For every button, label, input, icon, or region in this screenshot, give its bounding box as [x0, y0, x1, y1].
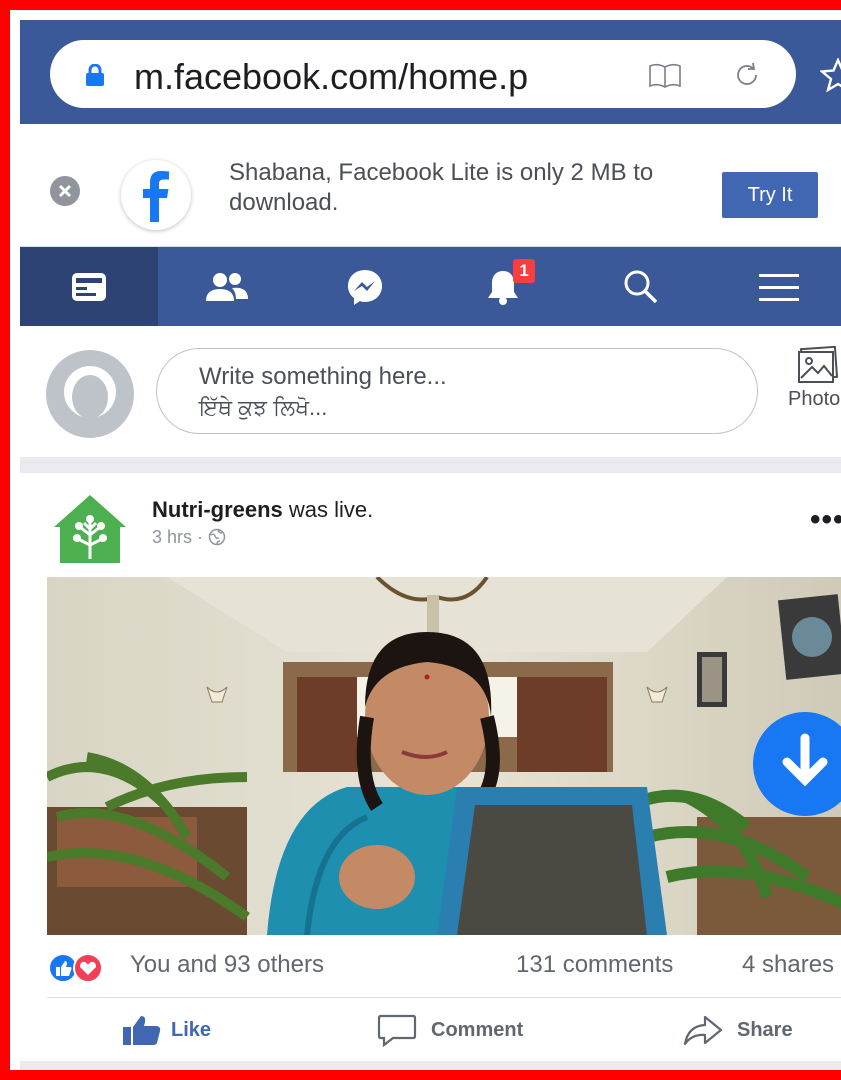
- post-header: Nutri-greens was live. 3 hrs · •••: [20, 473, 841, 577]
- facebook-f-icon: [143, 171, 169, 222]
- compose-placeholder: Write something here...: [199, 363, 447, 390]
- page-name-link[interactable]: Nutri-greens: [152, 497, 283, 522]
- share-button[interactable]: Share: [683, 998, 793, 1062]
- photo-label: Photo: [788, 388, 841, 410]
- feed-divider-bottom: [20, 1061, 841, 1070]
- comments-count[interactable]: 131 comments: [516, 951, 673, 979]
- shares-count[interactable]: 4 shares: [742, 951, 834, 979]
- post-author-line: Nutri-greens was live.: [152, 497, 373, 523]
- status-composer: Write something here... ਇੱਥੇ ਕੁਝ ਲਿਖੋ...…: [20, 326, 841, 457]
- browser-toolbar: m.facebook.com/home.p: [20, 20, 841, 124]
- comment-button[interactable]: Comment: [377, 998, 523, 1062]
- photo-icon: [798, 346, 839, 383]
- post-options-button[interactable]: •••: [810, 503, 841, 537]
- default-avatar-icon: [46, 350, 134, 438]
- nav-menu[interactable]: [710, 247, 841, 326]
- phone-screen: m.facebook.com/home.p Shabana, Facebook …: [20, 20, 841, 1070]
- close-banner-button[interactable]: [50, 176, 80, 206]
- reload-icon[interactable]: [732, 60, 762, 90]
- promo-message: Shabana, Facebook Lite is only 2 MB to d…: [229, 159, 654, 216]
- messenger-icon: [348, 269, 382, 305]
- nav-messenger[interactable]: [296, 247, 434, 326]
- post-action-text: was live.: [282, 497, 374, 522]
- comment-label: Comment: [431, 1018, 524, 1041]
- photo-button[interactable]: Photo: [782, 342, 841, 422]
- nav-search[interactable]: [572, 247, 710, 326]
- thumbs-up-icon: [123, 1016, 161, 1045]
- try-it-button[interactable]: Try It: [722, 172, 818, 218]
- post-time-text: 3 hrs ·: [152, 527, 204, 547]
- globe-icon: [208, 528, 226, 546]
- nav-friends[interactable]: [158, 247, 296, 326]
- post-timestamp[interactable]: 3 hrs ·: [152, 527, 226, 548]
- share-label: Share: [737, 1018, 793, 1041]
- download-arrow-icon: [782, 733, 828, 787]
- compose-placeholder-punjabi: ਇੱਥੇ ਕੁਝ ਲਿਖੋ...: [199, 395, 328, 420]
- user-avatar[interactable]: [46, 350, 134, 438]
- notification-badge: 1: [513, 259, 535, 283]
- close-icon: [58, 184, 72, 198]
- search-icon: [624, 270, 658, 303]
- post-actions: Like Comment Share: [47, 997, 841, 1062]
- screenshot-frame: m.facebook.com/home.p Shabana, Facebook …: [0, 0, 841, 1080]
- nav-news-feed[interactable]: [20, 247, 158, 326]
- share-arrow-icon: [683, 1015, 723, 1046]
- reader-mode-icon[interactable]: [648, 63, 682, 89]
- facebook-logo: [121, 160, 191, 230]
- feed-divider: [20, 457, 841, 473]
- main-nav: 1: [20, 247, 841, 326]
- likes-count[interactable]: You and 93 others: [130, 951, 324, 979]
- download-video-button[interactable]: [753, 712, 841, 816]
- reactions-summary[interactable]: [48, 953, 120, 983]
- live-video[interactable]: [47, 577, 841, 935]
- friends-icon: [206, 272, 248, 301]
- news-feed-icon: [72, 272, 106, 301]
- lite-promo-banner: Shabana, Facebook Lite is only 2 MB to d…: [20, 124, 841, 248]
- nav-notifications[interactable]: 1: [434, 247, 572, 326]
- url-text[interactable]: m.facebook.com/home.p: [134, 56, 612, 98]
- like-label: Like: [171, 1018, 212, 1041]
- hamburger-icon: [759, 273, 799, 301]
- post-stats: You and 93 others 131 comments 4 shares: [20, 935, 841, 997]
- lock-icon: [86, 64, 104, 86]
- compose-input[interactable]: Write something here... ਇੱਥੇ ਕੁਝ ਲਿਖੋ...: [156, 348, 758, 434]
- video-frame-image: [47, 577, 841, 935]
- bookmark-star-icon[interactable]: [820, 58, 841, 92]
- like-button[interactable]: Like: [121, 998, 211, 1062]
- nutri-greens-logo[interactable]: [50, 491, 130, 567]
- comment-icon: [377, 1014, 417, 1047]
